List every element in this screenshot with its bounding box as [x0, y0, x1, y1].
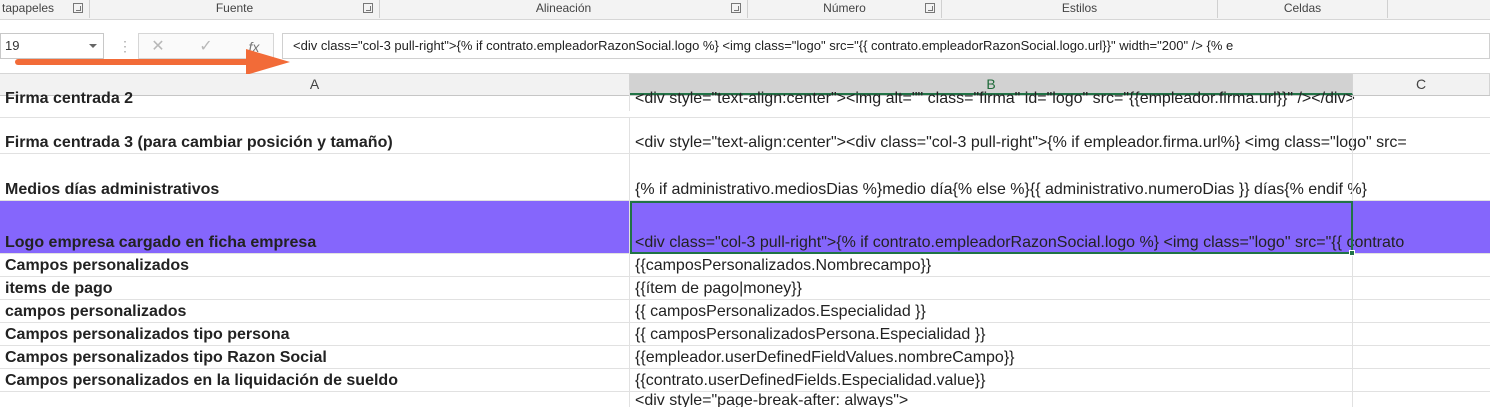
cell-b[interactable]: {{ camposPersonalizados.Especialidad }}	[630, 300, 1490, 322]
cell-b[interactable]: {{ítem de pago|money}}	[630, 277, 1490, 299]
cell-a[interactable]: Firma centrada 2	[0, 90, 630, 111]
ribbon-group-label: Alineación	[535, 1, 592, 15]
cell-a[interactable]: campos personalizados	[0, 300, 630, 322]
active-cell-selection[interactable]	[630, 201, 1355, 256]
cell-a[interactable]: Campos personalizados tipo Razon Social	[0, 346, 630, 368]
table-row: Firma centrada 3 (para cambiar posición …	[0, 118, 1490, 154]
ribbon-group-label: Número	[823, 1, 866, 15]
dialog-launcher-icon[interactable]	[363, 3, 373, 13]
cell-a[interactable]: items de pago	[0, 277, 630, 299]
formula-bar: 19 ⋮ ✕ ✓ fx <div class="col-3 pull-right…	[0, 20, 1490, 75]
cell-a[interactable]: Campos personalizados tipo persona	[0, 323, 630, 345]
formula-input[interactable]: <div class="col-3 pull-right">{% if cont…	[282, 33, 1490, 59]
table-row: Campos personalizados tipo persona {{ ca…	[0, 323, 1490, 346]
table-row: Firma centrada 2 <div style="text-align:…	[0, 90, 1490, 118]
ribbon-group-fuente: Fuente	[90, 0, 380, 18]
cell-b[interactable]: {{contrato.userDefinedFields.Especialida…	[630, 369, 1490, 391]
ribbon-group-alineacion: Alineación	[380, 0, 748, 18]
dialog-launcher-icon[interactable]	[73, 3, 83, 13]
ribbon-group-celdas: Celdas	[1218, 0, 1388, 18]
cell-b[interactable]: <div style="page-break-after: always">	[630, 392, 1490, 407]
fill-handle[interactable]	[1349, 250, 1355, 256]
annotation-arrow-icon	[15, 49, 290, 75]
ribbon-group-estilos: Estilos	[942, 0, 1218, 18]
table-row: Campos personalizados tipo Razon Social …	[0, 346, 1490, 369]
dialog-launcher-icon[interactable]	[731, 3, 741, 13]
ribbon-group-label: Fuente	[215, 1, 254, 15]
cell-a[interactable]: Logo empresa cargado en ficha empresa	[0, 201, 630, 253]
ribbon-group-portapapeles: tapapeles	[0, 0, 90, 18]
cell-a[interactable]: Campos personalizados	[0, 254, 630, 276]
table-row: <div style="page-break-after: always">	[0, 392, 1490, 407]
cell-b[interactable]: {% if administrativo.mediosDias %}medio …	[630, 154, 1490, 200]
ribbon-group-label: tapapeles	[2, 1, 55, 15]
table-row: items de pago {{ítem de pago|money}}	[0, 277, 1490, 300]
ribbon-group-label: Estilos	[1061, 1, 1098, 15]
cell-b[interactable]: <div style="text-align:center"><div clas…	[630, 118, 1490, 153]
table-row: Medios días administrativos {% if admini…	[0, 154, 1490, 201]
cell-b[interactable]: {{ camposPersonalizadosPersona.Especiali…	[630, 323, 1490, 345]
cell-a[interactable]: Campos personalizados en la liquidación …	[0, 369, 630, 391]
cell-b[interactable]: <div style="text-align:center"><img alt=…	[630, 90, 1490, 111]
ribbon-group-numero: Número	[748, 0, 942, 18]
cell-b[interactable]: {{empleador.userDefinedFieldValues.nombr…	[630, 346, 1490, 368]
cell-b[interactable]: {{camposPersonalizados.Nombrecampo}}	[630, 254, 1490, 276]
cell-a[interactable]: Medios días administrativos	[0, 154, 630, 200]
cell-a[interactable]: Firma centrada 3 (para cambiar posición …	[0, 118, 630, 153]
ribbon-group-labels: tapapeles Fuente Alineación Número Estil…	[0, 0, 1490, 20]
cell-a[interactable]	[0, 392, 630, 407]
table-row: Campos personalizados {{camposPersonaliz…	[0, 254, 1490, 277]
table-row: Campos personalizados en la liquidación …	[0, 369, 1490, 392]
table-row: campos personalizados {{ camposPersonali…	[0, 300, 1490, 323]
dialog-launcher-icon[interactable]	[925, 3, 935, 13]
ribbon-group-label: Celdas	[1283, 1, 1322, 15]
